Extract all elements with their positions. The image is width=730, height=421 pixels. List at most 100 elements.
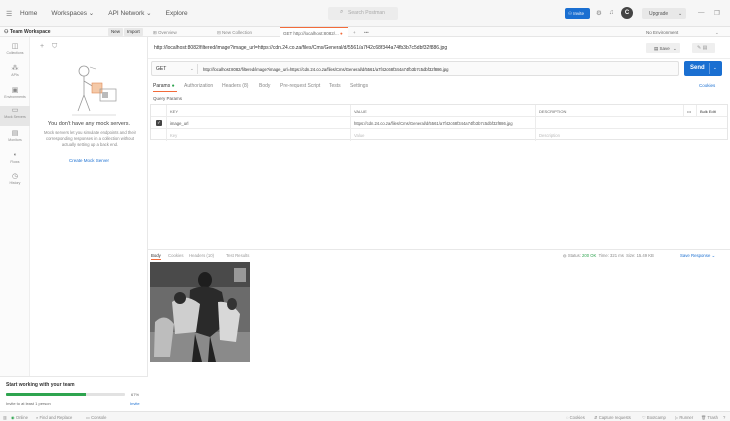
team-invite-link[interactable]: Invite (130, 401, 140, 406)
response-status: ◍ Status: 200 OK Time: 321 ms Size: 15.4… (563, 252, 654, 258)
tab-body[interactable]: Body (259, 83, 270, 89)
team-progress-text: 67% (131, 391, 140, 397)
tab-authorization[interactable]: Authorization (184, 83, 213, 89)
tab-tests[interactable]: Tests (329, 83, 341, 89)
new-value-input[interactable]: Value (350, 129, 534, 141)
minimize-icon[interactable]: — (698, 9, 705, 16)
trash-button[interactable]: 🗑 Trash (701, 415, 718, 421)
column-header-value: VALUE (350, 105, 534, 117)
console-button[interactable]: ▭ Console (86, 415, 107, 420)
bootcamp-button[interactable]: ♡ Bootcamp (642, 415, 666, 420)
response-tab-headers[interactable]: Headers (10) (189, 253, 214, 258)
nav-home[interactable]: Home (20, 10, 37, 17)
sidebar-item-history[interactable]: ◷ History (0, 172, 30, 192)
capture-requests-button[interactable]: ⇵ Capture requests (594, 415, 631, 420)
env-chevron-icon[interactable]: ⌄ (715, 27, 719, 37)
create-mock-server-link[interactable]: Create Mock Server (30, 158, 148, 163)
team-onboarding-card: Start working with your team 67% Invite … (0, 376, 148, 409)
response-bar: Body Cookies Headers (10) Test Results ◍… (148, 249, 730, 260)
help-icon[interactable]: ? (723, 415, 725, 420)
param-description[interactable] (535, 117, 727, 129)
request-name[interactable]: http://localhost:8082/filtered/image?ima… (154, 45, 447, 51)
environment-select[interactable]: No Environment (646, 30, 678, 35)
param-key[interactable]: image_url (166, 117, 349, 129)
tab-params[interactable]: Params ● (153, 83, 175, 89)
table-row: ✓ image_url https://cdn.24.co.za/files/C… (151, 117, 727, 129)
flows-icon: ⁌ (13, 152, 17, 159)
new-key-input[interactable]: Key (166, 129, 349, 141)
table-header-row: KEY VALUE DESCRIPTION ••• Bulk Edit (151, 105, 727, 117)
param-checkbox[interactable]: ✓ (156, 120, 162, 126)
method-select[interactable]: GET (156, 66, 166, 72)
url-bar: GET ⌄ http://localhost:8082/filtered/ima… (151, 61, 679, 76)
sidebar-item-environments[interactable]: ▣ Environments (0, 86, 30, 106)
new-description-input[interactable]: Description (535, 129, 727, 141)
status-bar: ▥ ◉ Online ⌕ Find and Replace ▭ Console … (0, 411, 730, 421)
tab-headers[interactable]: Headers (8) (222, 83, 248, 89)
column-header-description: DESCRIPTION (535, 105, 683, 117)
import-button[interactable]: Import (124, 28, 143, 36)
plus-icon[interactable]: + (40, 43, 44, 50)
tab-overview[interactable]: ⊞ Overview (150, 27, 208, 37)
more-icon[interactable]: ••• (683, 105, 696, 117)
sidebar-item-collections[interactable]: ◫ Collections (0, 42, 30, 62)
find-replace-button[interactable]: ⌕ Find and Replace (36, 415, 72, 420)
search-input[interactable]: ⌕ Search Postman (328, 7, 398, 20)
status-online[interactable]: ◉ Online (11, 415, 28, 420)
sidebar-item-monitors[interactable]: ▤ Monitors (0, 129, 30, 149)
table-row-empty: Key Value Description (151, 129, 727, 141)
url-input[interactable]: http://localhost:8082/filtered/image?ima… (203, 67, 448, 72)
sidebar-item-flows[interactable]: ⁌ Flows (0, 151, 30, 171)
search-icon: ⌕ (340, 9, 344, 15)
more-tabs-icon[interactable]: ••• (364, 27, 369, 37)
cookies-link[interactable]: Cookies (699, 83, 715, 88)
nav-api-network[interactable]: API Network ⌄ (108, 9, 151, 17)
doc-icon: ▤ (702, 45, 708, 51)
chevron-down-icon: ⌄ (678, 11, 683, 17)
tab-pre-request-script[interactable]: Pre-request Script (280, 83, 320, 89)
runner-button[interactable]: ▷ Runner (675, 415, 693, 420)
filter-icon[interactable]: ⛉ (52, 43, 57, 51)
nav-explore[interactable]: Explore (166, 10, 188, 17)
empty-state-illustration (72, 65, 117, 116)
mock-servers-panel: + ⛉ You don't have any mock servers. Moc… (30, 37, 148, 409)
bell-icon[interactable]: ♫ (609, 9, 614, 16)
pencil-icon: ✎ (697, 45, 702, 51)
monitors-icon: ▤ (11, 130, 19, 137)
sidebar-item-apis[interactable]: ⁂ APIs (0, 64, 30, 84)
tab-get-request[interactable]: GET http://localhost:8082/... ● (280, 27, 348, 37)
bulk-edit-link[interactable]: Bulk Edit (696, 105, 727, 117)
gear-icon[interactable]: ⚙ (596, 9, 602, 17)
send-button[interactable]: Send ⌄ (684, 61, 722, 76)
add-tab-icon[interactable]: + (353, 27, 356, 37)
invite-button[interactable]: ⚇ Invite (565, 8, 590, 19)
empty-state-title: You don't have any mock servers. (47, 121, 131, 127)
tab-new-collection[interactable]: ⊟ New Collection (214, 27, 278, 37)
menu-icon[interactable]: ☰ (6, 10, 12, 18)
upgrade-button[interactable]: Upgrade ⌄ (642, 8, 686, 19)
nav-workspaces[interactable]: Workspaces ⌄ (51, 9, 94, 17)
new-button[interactable]: New (108, 28, 124, 36)
save-response-button[interactable]: Save Response ⌄ (680, 253, 715, 259)
response-image (150, 262, 250, 362)
save-button[interactable]: ▤ Save ⌄ (646, 43, 680, 53)
apis-icon: ⁂ (11, 65, 19, 72)
request-sub-tabs: Params ● Authorization Headers (8) Body … (148, 81, 730, 92)
response-tab-test-results[interactable]: Test Results (226, 253, 249, 258)
tab-settings[interactable]: Settings (350, 83, 368, 89)
chevron-down-icon[interactable]: ⌄ (190, 66, 194, 72)
unsaved-dot-icon: ● (339, 30, 343, 36)
param-value[interactable]: https://cdn.24.co.za/files/Cms/General/d… (350, 117, 534, 129)
workspace-name[interactable]: ⚇ Team Workspace (4, 29, 51, 35)
cookies-button[interactable]: ◌ Cookies (566, 415, 585, 420)
empty-state-description: Mock servers let you simulate endpoints … (44, 130, 136, 147)
top-bar: ☰ Home Workspaces ⌄ API Network ⌄ Explor… (0, 0, 730, 27)
sidebar-item-mock-servers[interactable]: ▭ Mock Servers (0, 106, 30, 126)
response-tab-cookies[interactable]: Cookies (168, 253, 184, 258)
edit-icons[interactable]: ✎ ▤ (692, 43, 715, 53)
response-tab-body[interactable]: Body (151, 253, 161, 258)
column-header-key: KEY (166, 105, 349, 117)
maximize-icon[interactable]: ❐ (714, 9, 720, 17)
layout-icon[interactable]: ▥ (3, 415, 7, 420)
avatar[interactable]: C (621, 7, 633, 19)
